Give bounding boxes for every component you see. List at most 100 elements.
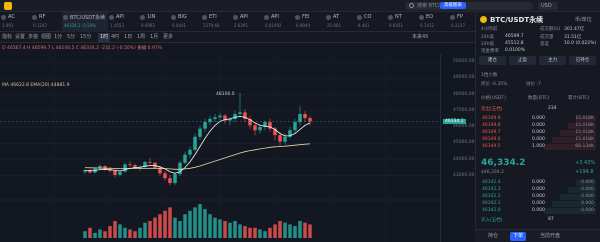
ticker-item[interactable]: CO 4.441 bbox=[356, 12, 387, 32]
candle-body bbox=[198, 128, 202, 137]
order-qty: 0.000 bbox=[532, 116, 545, 121]
ask-row[interactable]: 46349.7 0.000 15.018K bbox=[480, 130, 596, 136]
toolbar-item[interactable]: 15分 bbox=[80, 33, 91, 42]
panel-currency[interactable]: 币/单位 bbox=[575, 16, 592, 23]
ticker-symbol: AC bbox=[8, 14, 15, 20]
ask-row[interactable]: 46349.9 0.000 15.018K bbox=[480, 116, 596, 122]
volume-bar bbox=[83, 231, 87, 238]
currency-select[interactable]: USD bbox=[538, 2, 558, 10]
ticker-symbol: FP bbox=[457, 14, 463, 20]
toolbar-item[interactable]: 更多 bbox=[163, 33, 173, 42]
panel-action-button[interactable]: 已持仓 bbox=[569, 56, 596, 65]
order-qty: 0.000 bbox=[532, 201, 545, 206]
ticker-item[interactable]: API 1.4553 bbox=[108, 12, 139, 32]
ticker-value: 0.4992 bbox=[141, 23, 155, 28]
toolbar-item[interactable]: 1分 bbox=[54, 33, 62, 42]
order-price: 46342.4 bbox=[482, 180, 501, 185]
depth-label[interactable]: 1档小数 bbox=[481, 72, 497, 78]
logo-icon[interactable] bbox=[4, 2, 12, 10]
bottom-tab[interactable]: 当前开盘 bbox=[537, 232, 563, 241]
candle-body bbox=[303, 114, 307, 119]
toolbar-item[interactable]: 1日 bbox=[124, 33, 132, 42]
order-total: 0.000 bbox=[581, 201, 594, 206]
toolbar-item[interactable]: 指标 bbox=[2, 33, 12, 42]
candle-body bbox=[183, 154, 187, 163]
ticker-value: 9.6451 bbox=[389, 23, 403, 28]
ma-readout: MA 46622.8 EMA(20) 44881.9 bbox=[2, 83, 70, 88]
orderbook-header: 价格(USDT) bbox=[481, 96, 506, 101]
toolbar-item[interactable]: 1月 bbox=[150, 33, 158, 42]
volume-bar bbox=[283, 222, 287, 238]
ticker-item[interactable]: FEI 0.9944 bbox=[294, 12, 325, 32]
ticker-item[interactable]: ETI 2379.66 bbox=[201, 12, 232, 32]
ticker-item[interactable]: BIG 0.0441 bbox=[170, 12, 201, 32]
volume-bar bbox=[243, 226, 247, 238]
order-price: 46349.6 bbox=[482, 137, 501, 142]
bid-row[interactable]: 46342.2 0.000 0.000 bbox=[480, 194, 596, 200]
volume-bar bbox=[308, 224, 312, 238]
bids-label: 买入(五档) bbox=[481, 218, 503, 223]
bids-count: 87 bbox=[548, 217, 554, 222]
toolbar-item[interactable]: 设置 bbox=[15, 33, 25, 42]
ask-row[interactable]: 46349.5 1.000 68.134K bbox=[480, 144, 596, 150]
bottom-tab[interactable]: 下单 bbox=[510, 232, 527, 241]
volume-bar bbox=[98, 229, 102, 238]
order-price: 46342.3 bbox=[482, 187, 501, 192]
ticker-symbol: EO bbox=[426, 14, 434, 20]
ticker-item[interactable]: RF 0.1247 bbox=[31, 12, 62, 32]
ticker-item[interactable]: BTC/USDT永续 46334.2 -0.50% bbox=[62, 12, 108, 32]
ticker-item[interactable]: AT 25.001 bbox=[325, 12, 356, 32]
ticker-item[interactable]: 1IN 0.4992 bbox=[139, 12, 170, 32]
panel-action-button[interactable]: 建仓 bbox=[479, 56, 506, 65]
volume-bar bbox=[108, 226, 112, 238]
order-qty: 0.000 bbox=[532, 123, 545, 128]
advanced-chart-button[interactable]: 高级图表 bbox=[440, 2, 466, 9]
toolbar-item[interactable]: 4时 bbox=[111, 33, 119, 42]
volume-bar bbox=[273, 224, 277, 238]
volume-bar bbox=[153, 217, 157, 238]
ticker-item[interactable]: API 2.8391 bbox=[232, 12, 263, 32]
ticker-item[interactable]: NT 9.6451 bbox=[387, 12, 418, 32]
search-icon bbox=[409, 3, 414, 8]
order-total: 15.018K bbox=[575, 116, 594, 121]
bid-row[interactable]: 46342.3 0.000 0.000 bbox=[480, 187, 596, 193]
candle-body bbox=[203, 122, 207, 129]
ticker-item[interactable]: EO 0.7412 bbox=[418, 12, 449, 32]
toolbar-item[interactable]: 1时 bbox=[98, 33, 111, 42]
volume-bar bbox=[168, 207, 172, 238]
toolbar-item[interactable]: 5分 bbox=[67, 33, 75, 42]
toolbar-item[interactable]: 1周 bbox=[137, 33, 145, 42]
ticker-symbol: BTC/USDT永续 bbox=[70, 15, 106, 21]
ma-short-line bbox=[84, 115, 311, 174]
ticker-item[interactable]: AC 1.991 bbox=[0, 12, 31, 32]
ma-long-line bbox=[84, 143, 311, 170]
volume-bar bbox=[128, 229, 132, 238]
order-price: 46349.8 bbox=[482, 123, 501, 128]
bid-row[interactable]: 46342.1 0.000 0.000 bbox=[480, 201, 596, 207]
bid-row[interactable]: 46342.4 0.000 0.000 bbox=[480, 180, 596, 186]
order-total: 0.000 bbox=[581, 180, 594, 185]
volume-bar bbox=[208, 214, 212, 238]
panel-action-button[interactable]: 止盈 bbox=[509, 56, 536, 65]
stat-label: 基差 bbox=[540, 42, 549, 47]
candle-body bbox=[218, 115, 222, 118]
coin-icon bbox=[32, 15, 37, 20]
volume-bar bbox=[93, 232, 97, 238]
bid-row[interactable]: 46342.0 0.000 0.000 bbox=[480, 208, 596, 214]
order-total: 68.134K bbox=[575, 144, 594, 149]
order-price: 46349.5 bbox=[482, 144, 501, 149]
toolbar-item[interactable]: 视图 bbox=[41, 33, 51, 42]
volume-bar bbox=[118, 224, 122, 238]
ask-row[interactable]: 46349.8 0.000 15.018K bbox=[480, 123, 596, 129]
ask-row[interactable]: 46349.6 0.000 15.018K bbox=[480, 137, 596, 143]
mid-price: 46,334.2 bbox=[481, 158, 526, 168]
panel-action-button[interactable]: 主力 bbox=[539, 56, 566, 65]
ticker-item[interactable]: API 0.01492 bbox=[263, 12, 294, 32]
ticker-value: 46334.2 -0.50% bbox=[64, 23, 96, 28]
volume-bar bbox=[293, 226, 297, 238]
toolbar-item[interactable]: 多窗 bbox=[28, 33, 38, 42]
toolbar-time-label[interactable]: 未来45 bbox=[412, 33, 428, 42]
ticker-value: 1.991 bbox=[2, 23, 14, 28]
bottom-tab[interactable]: 持仓 bbox=[485, 232, 501, 241]
candle-body bbox=[188, 149, 192, 155]
